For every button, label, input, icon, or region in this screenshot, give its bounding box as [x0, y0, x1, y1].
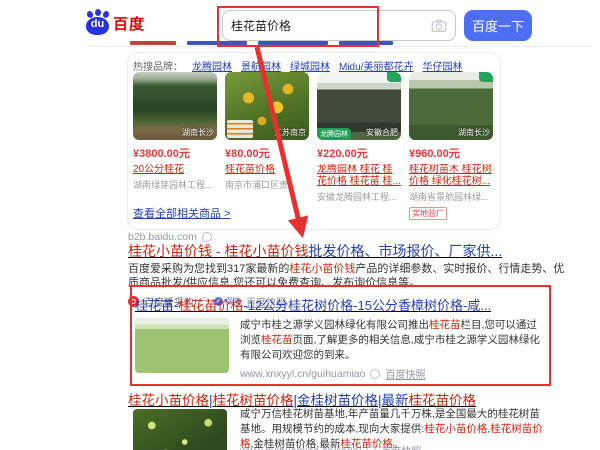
product-price: ¥3800.00元: [133, 145, 217, 161]
snapshot-link[interactable]: 百度快照: [381, 443, 421, 450]
clipped-link-text: [187, 41, 247, 45]
baidu-logo-text: 百度: [113, 13, 145, 34]
product-price: ¥960.00元: [409, 145, 493, 161]
product-title-link[interactable]: 桂花苗价格: [225, 164, 309, 176]
product-card[interactable]: 湖南长沙 ¥960.00元 桂花树苗木 桂花树价格 绿化桂花树... 湖南省景航…: [409, 72, 493, 221]
baidu-paw-icon: du: [85, 10, 111, 36]
product-photo: 湖南长沙: [133, 72, 217, 140]
clipped-links-row: [130, 40, 393, 45]
result-thumbnail[interactable]: [135, 318, 229, 373]
clipped-link-text: [258, 41, 328, 45]
clipped-link-text: [130, 41, 176, 45]
feedback-circle-icon[interactable]: [370, 369, 380, 379]
product-seller: 湖南省景航园林绿...: [409, 190, 493, 203]
corner-badge: [479, 72, 493, 82]
product-seller: 安徽龙腾园林工程...: [317, 190, 401, 203]
clipped-link-text: [339, 41, 393, 45]
search-box[interactable]: [222, 10, 456, 41]
search-button[interactable]: 百度一下: [464, 10, 532, 41]
result-title-link[interactable]: 桂花小苗价钱 - 桂花小苗价钱批发价格、市场报价、厂家供...: [128, 241, 502, 261]
result-description: 百度爱采购为您找到317家最新的桂花小苗价钱产品的详细参数、实时报价、行情走势、…: [128, 262, 570, 290]
brand-link[interactable]: 龙腾园林: [192, 58, 232, 73]
view-all-products-link[interactable]: 查看全部相关商品 >: [133, 205, 230, 221]
result-title-link[interactable]: 桂花小苗价格|桂花树苗价格|金桂树苗价格|最新桂花苗价格: [128, 389, 476, 409]
product-photo: 江苏南京: [225, 72, 309, 140]
promo-sticker: [227, 120, 253, 138]
header-divider: [88, 46, 592, 47]
camera-icon[interactable]: [431, 18, 447, 34]
hot-brands-row: 热搜品牌： 龙腾园林 景航园林 绿城园林 Midu/美丽都花卉 华仔园林: [133, 58, 462, 73]
result-url: www.guihuamiao.cn/jiage/: [240, 445, 361, 450]
hot-brands-label: 热搜品牌：: [133, 58, 183, 73]
brand-chip: 龙腾园林: [317, 128, 351, 140]
location-label: 安徽合肥: [366, 127, 398, 138]
corner-badge: [387, 72, 401, 82]
product-title-link[interactable]: 20公分桂花: [133, 164, 217, 176]
product-card[interactable]: 湖南长沙 ¥3800.00元 20公分桂花 湖南绿芽园林工程...: [133, 72, 217, 221]
snapshot-link[interactable]: 百度快照: [385, 366, 425, 381]
result-url-row: www.xnxyyl.cn/guihuamiao 百度快照: [240, 366, 425, 381]
result-thumbnail[interactable]: [133, 409, 227, 450]
product-card-row: 湖南长沙 ¥3800.00元 20公分桂花 湖南绿芽园林工程... 江苏南京 ¥…: [133, 72, 493, 221]
product-seller: 湖南绿芽园林工程...: [133, 178, 217, 191]
location-label: 湖南长沙: [458, 127, 490, 138]
result-url: www.xnxyyl.cn/guihuamiao: [240, 368, 365, 380]
feedback-circle-icon[interactable]: [366, 446, 376, 450]
brand-link[interactable]: 华仔园林: [422, 58, 462, 73]
product-photo: 龙腾园林 安徽合肥: [317, 72, 401, 140]
result-description: 咸宁市桂之源学义园林绿化有限公司推出桂花苗栏目,您可以通过浏览桂花苗页面,了解更…: [240, 318, 544, 363]
brand-link[interactable]: 绿城园林: [290, 58, 330, 73]
result-title-link[interactable]: 桂花苗-桂花苗价格-12公分桂花树价格-15公分香樟树价格-咸...: [135, 295, 491, 314]
product-price: ¥220.00元: [317, 145, 401, 161]
product-photo: 湖南长沙: [409, 72, 493, 140]
brand-link[interactable]: Midu/美丽都花卉: [339, 58, 413, 73]
product-seller: 南京市浦口区贵...: [225, 178, 309, 191]
product-title-link[interactable]: 龙腾园林 桂花 桂花价格 桂花苗 桂...: [317, 164, 401, 188]
location-label: 湖南长沙: [182, 127, 214, 138]
result-url-row: www.guihuamiao.cn/jiage/ 百度快照: [240, 443, 421, 450]
baidu-serp-page: du 百度 百度一下 热搜品牌： 龙腾园林 景航园林 绿城园林 Midu/美丽都…: [0, 0, 600, 450]
baidu-logo[interactable]: du 百度: [85, 10, 145, 36]
verified-factory-tag: 实地验厂: [409, 207, 447, 220]
product-price: ¥80.00元: [225, 145, 309, 161]
product-card[interactable]: 龙腾园林 安徽合肥 ¥220.00元 龙腾园林 桂花 桂花价格 桂花苗 桂...…: [317, 72, 401, 221]
location-label: 江苏南京: [274, 127, 306, 138]
product-card[interactable]: 江苏南京 ¥80.00元 桂花苗价格 南京市浦口区贵...: [225, 72, 309, 221]
brand-link[interactable]: 景航园林: [241, 58, 281, 73]
search-input[interactable]: [223, 19, 431, 33]
product-title-link[interactable]: 桂花树苗木 桂花树价格 绿化桂花树...: [409, 164, 493, 188]
